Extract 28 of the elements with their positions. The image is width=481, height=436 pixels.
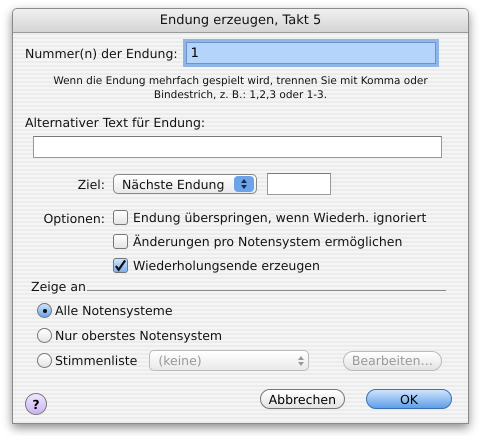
target-dropdown[interactable]: Nächste Endung [113,174,257,194]
alt-text-field[interactable] [33,136,442,158]
help-button[interactable]: ? [25,393,47,415]
radio-button[interactable] [37,303,52,318]
radio-label: Stimmenliste [55,353,138,368]
window-title: Endung erzeugen, Takt 5 [160,13,322,28]
radio-label: Alle Notensysteme [55,303,173,318]
stepper-icon [234,176,254,192]
number-field[interactable]: 1 [186,42,436,64]
group-label: Zeige an [31,279,86,294]
option-label: Endung überspringen, wenn Wiederh. ignoriert [133,210,426,225]
cancel-button[interactable]: Abbrechen [260,389,345,409]
alt-text-label: Alternativer Text für Endung: [25,115,206,130]
stepper-icon [296,354,306,368]
hint-text: Wenn die Endung mehrfach gespielt wird, trennen Sie mit Komma oder Bindestrich, z. B.: 1,2,3 oder 1-3. [52,74,429,102]
option-label: Wiederholungsende erzeugen [133,258,320,273]
radio-button[interactable] [37,328,52,343]
option-label: Änderungen pro Notensystem ermöglichen [133,234,402,249]
radio-button[interactable] [37,353,52,368]
radio-label: Nur oberstes Notensystem [55,328,222,343]
target-label: Ziel: [76,176,105,192]
number-label: Nummer(n) der Endung: [25,46,178,60]
checkbox[interactable] [113,234,128,249]
checkbox[interactable] [113,210,128,225]
target-field[interactable] [267,173,331,195]
checkbox[interactable] [113,258,128,273]
ok-button[interactable]: OK [366,389,452,409]
options-label: Optionen: [42,210,105,228]
